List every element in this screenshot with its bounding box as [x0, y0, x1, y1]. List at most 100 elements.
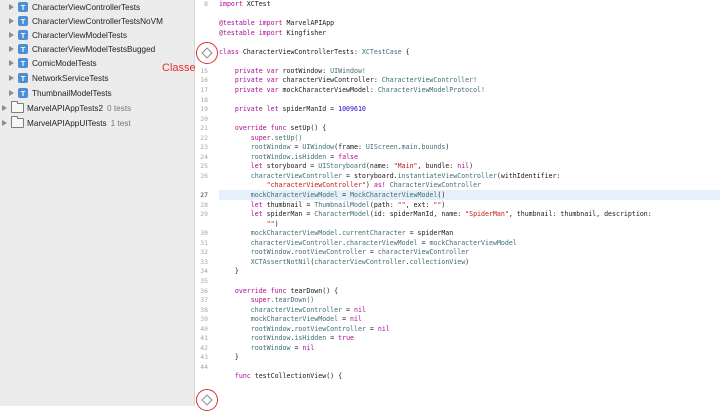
code-line[interactable]: private var rootWindow: UIWindow!: [219, 66, 720, 76]
code-token: nil: [302, 343, 315, 352]
code-token: class: [219, 47, 239, 56]
navigator-test-class[interactable]: T CharacterViewControllerTestsNoVM: [9, 14, 163, 28]
disclosure-triangle-icon[interactable]: [9, 18, 14, 24]
code-line[interactable]: super.tearDown(): [219, 295, 720, 305]
code-line[interactable]: rootWindow.rootViewController = nil: [219, 324, 720, 334]
code-token: nil: [457, 162, 470, 171]
code-line[interactable]: super.setUp(): [219, 133, 720, 143]
code-line[interactable]: @testable import Kingfisher: [219, 28, 720, 38]
navigator-item-label: CharacterViewModelTestsBugged: [32, 44, 156, 54]
code-line[interactable]: rootWindow.isHidden = false: [219, 152, 720, 162]
code-token: "SpiderMan": [465, 210, 509, 219]
code-line[interactable]: func testCollectionView() {: [219, 371, 720, 381]
code-token: let: [219, 162, 263, 171]
code-token: MarvelAPIApp: [282, 19, 335, 28]
code-token: isHidden: [294, 334, 327, 343]
code-line[interactable]: mockCharacterViewModel.currentCharacter …: [219, 228, 720, 238]
code-line[interactable]: [219, 114, 720, 124]
code-token: collectionView: [409, 257, 466, 266]
disclosure-triangle-icon[interactable]: [9, 32, 14, 38]
code-token: @testable: [219, 19, 255, 28]
code-token: characterViewController: [219, 305, 343, 314]
code-token: UIWindow!: [330, 66, 366, 75]
disclosure-triangle-icon[interactable]: [9, 60, 14, 66]
line-number: 33: [200, 257, 208, 266]
code-token: mockCharacterViewModel: [219, 191, 339, 199]
code-line[interactable]: let storyboard = UIStoryboard(name: "Mai…: [219, 161, 720, 171]
code-line[interactable]: [219, 95, 720, 105]
navigator-test-class[interactable]: T ComicModelTests: [9, 56, 97, 70]
disclosure-triangle-icon[interactable]: [9, 46, 14, 52]
code-token: , bundle:: [417, 162, 458, 171]
navigator-test-class[interactable]: T CharacterViewControllerTests: [9, 0, 140, 14]
code-line[interactable]: [219, 37, 720, 47]
disclosure-triangle-icon[interactable]: [9, 90, 14, 96]
disclosure-triangle-icon[interactable]: [2, 105, 7, 111]
line-number: 30: [200, 229, 208, 238]
code-line[interactable]: private let spiderManId = 1009610: [219, 104, 720, 114]
code-line[interactable]: override func tearDown() {: [219, 286, 720, 296]
navigator-test-bundle[interactable]: MarvelAPIAppTests2 0 tests: [2, 101, 131, 115]
navigator-test-class[interactable]: T NetworkServiceTests: [9, 71, 108, 85]
line-number: 35: [200, 276, 208, 285]
code-line[interactable]: [219, 276, 720, 286]
code-line[interactable]: XCTAssertNotNil(characterViewController.…: [219, 257, 720, 267]
line-number: 38: [200, 305, 208, 314]
code-line[interactable]: rootWindow = UIWindow(frame: UIScreen.ma…: [219, 142, 720, 152]
disclosure-triangle-icon[interactable]: [2, 120, 7, 126]
code-line[interactable]: class CharacterViewControllerTests: XCTe…: [219, 47, 720, 57]
code-line[interactable]: private var characterViewController: Cha…: [219, 75, 720, 85]
navigator-test-class[interactable]: T CharacterViewModelTests: [9, 28, 127, 42]
code-line[interactable]: characterViewController.characterViewMod…: [219, 238, 720, 248]
code-token: import: [254, 19, 283, 28]
code-line[interactable]: rootWindow.rootViewController = characte…: [219, 247, 720, 257]
code-line[interactable]: characterViewController = storyboard.ins…: [219, 171, 720, 181]
code-line[interactable]: ""): [219, 219, 720, 229]
line-number: [195, 371, 208, 381]
code-token: mockCharacterViewModel: [429, 238, 517, 247]
code-line[interactable]: let spiderMan = CharacterModel(id: spide…: [219, 209, 720, 219]
code-line[interactable]: mockCharacterViewModel = MockCharacterVi…: [219, 190, 720, 200]
disclosure-triangle-icon[interactable]: [9, 4, 14, 10]
code-line[interactable]: override func setUp() {: [219, 123, 720, 133]
code-line[interactable]: [219, 56, 720, 66]
test-class-icon: T: [18, 44, 28, 54]
code-token: nil: [354, 305, 366, 314]
code-line[interactable]: private var mockCharacterViewModel: Char…: [219, 85, 720, 95]
code-token: import: [219, 0, 243, 8]
code-token: ): [469, 162, 474, 171]
code-line[interactable]: let thumbnail = ThumbnailModel(path: "",…: [219, 200, 720, 210]
code-line[interactable]: rootWindow = nil: [219, 343, 720, 353]
code-token: = storyboard.: [342, 171, 398, 180]
navigator-test-class[interactable]: T ThumbnailModelTests: [9, 86, 112, 100]
line-number: 25: [200, 162, 208, 171]
code-line[interactable]: [219, 9, 720, 19]
code-token: let: [219, 210, 263, 219]
code-token: characterViewController: [219, 238, 343, 247]
line-number: [195, 219, 208, 229]
navigator-item-label: CharacterViewControllerTestsNoVM: [32, 16, 163, 26]
code-token: storyboard =: [262, 162, 319, 171]
code-line[interactable]: @testable import MarvelAPIApp: [219, 18, 720, 28]
code-line[interactable]: }: [219, 266, 720, 276]
navigator-test-bundle[interactable]: MarvelAPIAppUITests 1 test: [2, 116, 131, 130]
code-token: as!: [373, 181, 386, 190]
code-line[interactable]: characterViewController = nil: [219, 305, 720, 315]
code-line[interactable]: }: [219, 352, 720, 362]
code-line[interactable]: rootWindow.isHidden = true: [219, 333, 720, 343]
code-line[interactable]: [219, 362, 720, 372]
code-token: , ext:: [405, 200, 434, 209]
code-token: XCTest: [242, 0, 271, 8]
code-token: .setUp(): [270, 133, 303, 142]
code-editor[interactable]: import XCTest @testable import MarvelAPIA…: [219, 0, 720, 406]
code-line[interactable]: mockCharacterViewModel = nil: [219, 314, 720, 324]
code-token: var: [262, 85, 279, 94]
code-token: rootWindow: [219, 143, 291, 152]
disclosure-triangle-icon[interactable]: [9, 75, 14, 81]
code-token: CharacterModel: [314, 210, 370, 219]
code-line[interactable]: "characterViewController") as! Character…: [219, 180, 720, 190]
line-number: 27: [200, 191, 208, 199]
code-token: currentCharacter: [342, 229, 406, 238]
navigator-test-class[interactable]: T CharacterViewModelTestsBugged: [9, 42, 155, 56]
code-token: {: [401, 47, 410, 56]
